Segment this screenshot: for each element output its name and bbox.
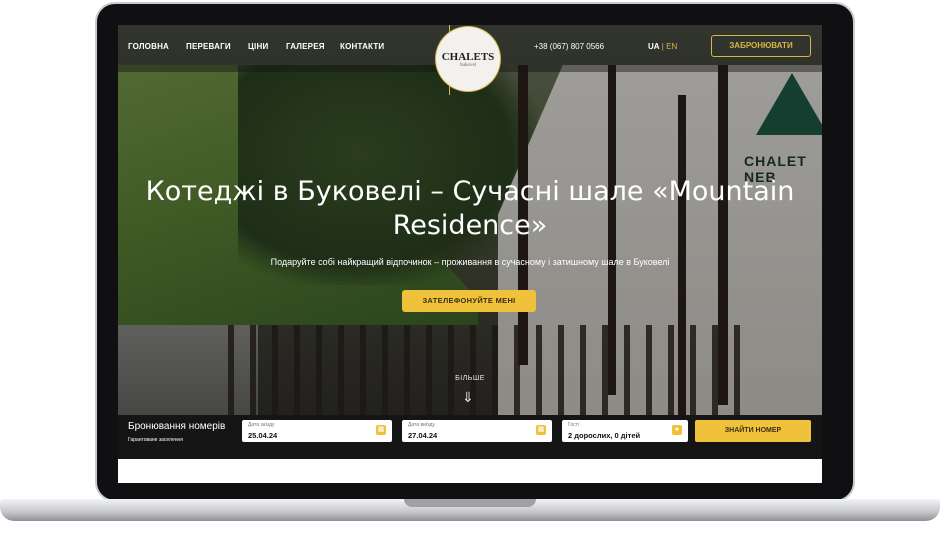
person-icon[interactable]: ● bbox=[672, 425, 682, 435]
checkin-value: 25.04.24 bbox=[248, 431, 278, 440]
calendar-icon[interactable]: ▦ bbox=[536, 425, 546, 435]
call-me-button[interactable]: ЗАТЕЛЕФОНУЙТЕ МЕНІ bbox=[402, 290, 536, 312]
hero-title: Котеджі в Буковелі – Сучасні шале «Mount… bbox=[145, 176, 795, 241]
guests-field[interactable]: Гості 2 дорослих, 0 дітей ● bbox=[562, 420, 688, 442]
checkin-label: Дата заїзду bbox=[248, 422, 275, 428]
checkout-field[interactable]: Дата виїзду 27.04.24 ▦ bbox=[402, 420, 552, 442]
browser-screen: CHALET NEB ГОЛОВНА ПЕРЕВАГИ ЦІНИ ГАЛЕРЕЯ… bbox=[118, 25, 822, 483]
logo-title: CHALETS bbox=[441, 51, 495, 63]
top-nav: ГОЛОВНА ПЕРЕВАГИ ЦІНИ ГАЛЕРЕЯ КОНТАКТИ C… bbox=[118, 25, 822, 95]
guests-label: Гості bbox=[568, 422, 580, 428]
nav-contacts[interactable]: КОНТАКТИ bbox=[340, 42, 384, 51]
nav-prices[interactable]: ЦІНИ bbox=[248, 42, 268, 51]
hero-background: CHALET NEB ГОЛОВНА ПЕРЕВАГИ ЦІНИ ГАЛЕРЕЯ… bbox=[118, 25, 822, 439]
calendar-icon[interactable]: ▦ bbox=[376, 425, 386, 435]
nav-home[interactable]: ГОЛОВНА bbox=[128, 42, 169, 51]
checkout-label: Дата виїзду bbox=[408, 422, 435, 428]
language-switcher: UA | EN bbox=[648, 42, 677, 51]
booking-subtitle: Гарантоване заселення bbox=[128, 437, 183, 443]
site-logo[interactable]: CHALETS bukovel bbox=[436, 27, 500, 91]
logo-subtitle: bukovel bbox=[459, 63, 477, 68]
checkout-value: 27.04.24 bbox=[408, 431, 438, 440]
booking-title: Бронювання номерів bbox=[128, 421, 226, 432]
nav-advantages[interactable]: ПЕРЕВАГИ bbox=[186, 42, 231, 51]
booking-bar: Бронювання номерів Гарантоване заселення… bbox=[118, 415, 822, 459]
lang-ua[interactable]: UA bbox=[648, 42, 660, 51]
arrow-down-icon[interactable]: ⇓ bbox=[462, 389, 474, 406]
laptop-notch bbox=[404, 499, 536, 507]
book-button[interactable]: ЗАБРОНЮВАТИ bbox=[711, 35, 811, 57]
hero-subtitle: Подаруйте собі найкращий відпочинок – пр… bbox=[270, 257, 670, 267]
nav-gallery[interactable]: ГАЛЕРЕЯ bbox=[286, 42, 325, 51]
page-content-start bbox=[118, 459, 822, 483]
guests-value: 2 дорослих, 0 дітей bbox=[568, 431, 641, 440]
lang-en[interactable]: EN bbox=[666, 42, 677, 51]
find-room-button[interactable]: ЗНАЙТИ НОМЕР bbox=[695, 420, 811, 442]
lang-separator: | bbox=[661, 42, 664, 51]
phone-link[interactable]: +38 (067) 807 0566 bbox=[534, 42, 604, 51]
checkin-field[interactable]: Дата заїзду 25.04.24 ▦ bbox=[242, 420, 392, 442]
more-link[interactable]: БІЛЬШЕ bbox=[118, 375, 822, 382]
